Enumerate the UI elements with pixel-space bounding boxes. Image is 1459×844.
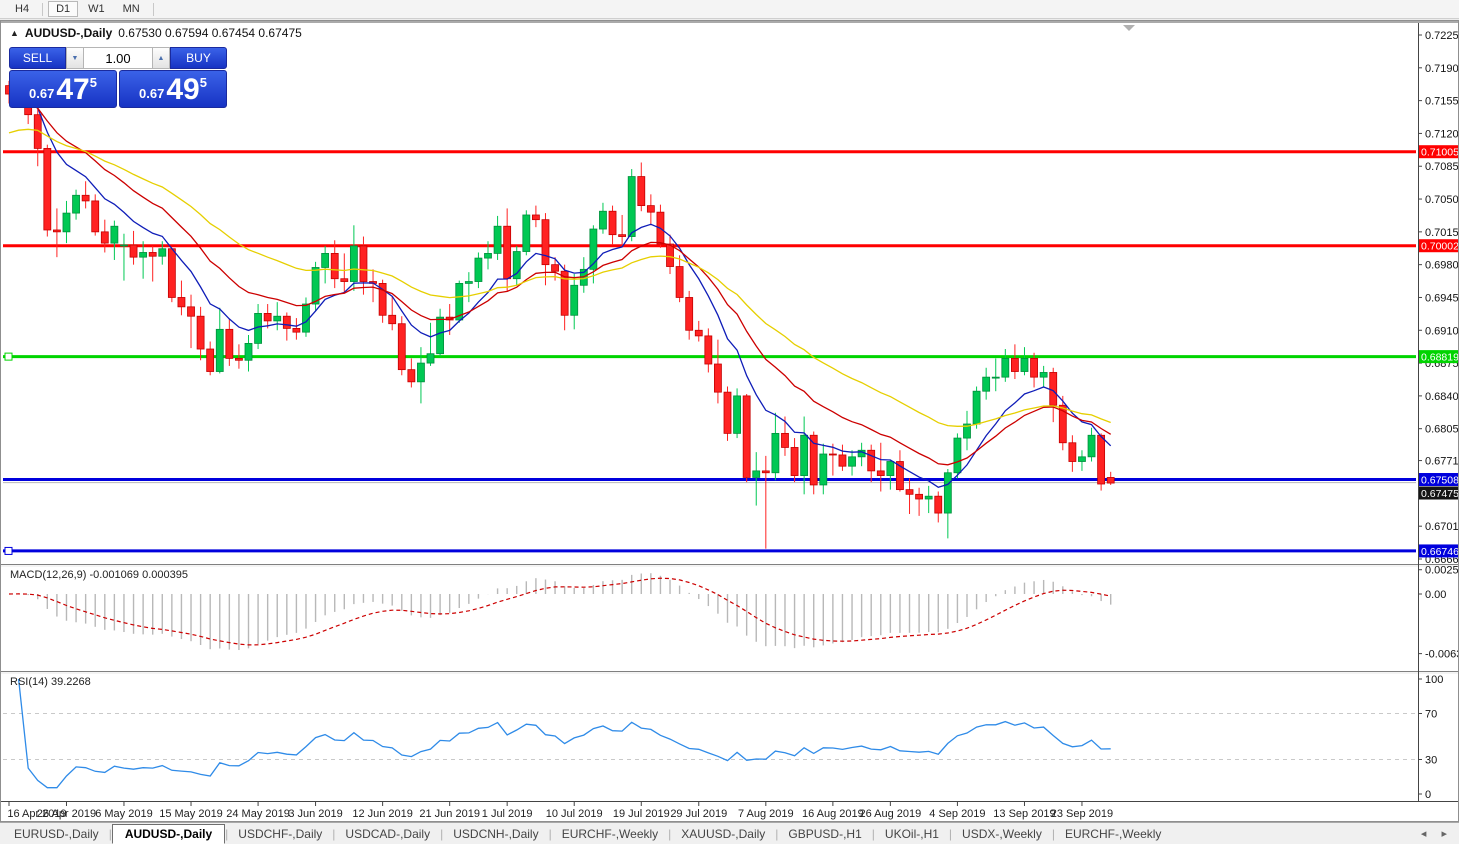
svg-text:26 Apr 2019: 26 Apr 2019 xyxy=(37,808,96,820)
svg-text:23 Sep 2019: 23 Sep 2019 xyxy=(1051,808,1113,820)
svg-text:RSI(14) 39.2268: RSI(14) 39.2268 xyxy=(10,676,91,688)
buy-button[interactable]: BUY xyxy=(170,47,227,69)
svg-text:0.71005: 0.71005 xyxy=(1421,147,1458,159)
tab-gbpusd-h1[interactable]: GBPUSD-,H1 xyxy=(778,825,871,843)
svg-text:16 Aug 2019: 16 Aug 2019 xyxy=(802,808,864,820)
svg-text:0.67508: 0.67508 xyxy=(1421,475,1458,487)
svg-text:0.67010: 0.67010 xyxy=(1425,521,1458,533)
svg-text:0.69450: 0.69450 xyxy=(1425,292,1458,304)
svg-text:12 Jun 2019: 12 Jun 2019 xyxy=(352,808,413,820)
chart-window: ▲ AUDUSD-,Daily 0.67530 0.67594 0.67454 … xyxy=(0,20,1459,822)
chart-ohlc-values: 0.67530 0.67594 0.67454 0.67475 xyxy=(118,26,302,40)
svg-text:10 Jul 2019: 10 Jul 2019 xyxy=(546,808,603,820)
one-click-trade-panel: SELL ▼ 1.00 ▲ BUY 0.67 47 5 0.67 49 5 xyxy=(9,47,227,108)
svg-text:MACD(12,26,9) -0.001069 0.0003: MACD(12,26,9) -0.001069 0.000395 xyxy=(10,569,188,581)
buy-price-pip: 5 xyxy=(199,75,207,90)
tab-usdcnh-daily[interactable]: USDCNH-,Daily xyxy=(443,825,548,843)
svg-text:0.72250: 0.72250 xyxy=(1425,30,1458,42)
svg-text:29 Jul 2019: 29 Jul 2019 xyxy=(670,808,727,820)
svg-text:15 May 2019: 15 May 2019 xyxy=(159,808,223,820)
svg-text:0.71550: 0.71550 xyxy=(1425,96,1458,108)
svg-text:-0.006320: -0.006320 xyxy=(1425,649,1458,661)
tab-audusd-daily[interactable]: AUDUSD-,Daily xyxy=(111,823,226,844)
sell-button[interactable]: SELL xyxy=(9,47,66,69)
svg-text:19 Jul 2019: 19 Jul 2019 xyxy=(613,808,670,820)
svg-text:0.70850: 0.70850 xyxy=(1425,161,1458,173)
tab-xauusd-daily[interactable]: XAUUSD-,Daily xyxy=(671,825,775,843)
svg-text:0.70150: 0.70150 xyxy=(1425,227,1458,239)
buy-price-button[interactable]: 0.67 49 5 xyxy=(119,70,227,108)
svg-text:7 Aug 2019: 7 Aug 2019 xyxy=(738,808,794,820)
collapse-triangle-icon[interactable]: ▲ xyxy=(10,28,19,38)
sell-price-button[interactable]: 0.67 47 5 xyxy=(9,70,117,108)
timeframe-mn-button[interactable]: MN xyxy=(115,1,148,17)
svg-text:1 Jul 2019: 1 Jul 2019 xyxy=(482,808,533,820)
svg-text:0.69100: 0.69100 xyxy=(1425,325,1458,337)
svg-text:0.67710: 0.67710 xyxy=(1425,456,1458,468)
trading-app: H4 D1 W1 MN ▲ AUDUSD-,Daily 0.67530 0.67594… xyxy=(0,0,1459,844)
volume-input[interactable]: 1.00 xyxy=(84,47,152,69)
svg-text:0.68050: 0.68050 xyxy=(1425,424,1458,436)
volume-increase-button[interactable]: ▲ xyxy=(152,47,170,69)
tab-eurchf-weekly[interactable]: EURCHF-,Weekly xyxy=(552,825,668,843)
sell-price-fraction: 0.67 xyxy=(29,86,55,101)
buy-price-big-digits: 49 xyxy=(166,73,200,106)
svg-text:0.00: 0.00 xyxy=(1425,589,1446,601)
svg-text:0.69800: 0.69800 xyxy=(1425,260,1458,272)
svg-text:4 Sep 2019: 4 Sep 2019 xyxy=(929,808,985,820)
chart-tab-bar: EURUSD-,Daily | AUDUSD-,Daily | USDCHF-,Dail… xyxy=(0,822,1459,844)
chart-symbol-label: AUDUSD-,Daily xyxy=(24,26,113,40)
svg-text:0.002574: 0.002574 xyxy=(1425,565,1458,577)
svg-text:26 Aug 2019: 26 Aug 2019 xyxy=(859,808,921,820)
svg-text:6 May 2019: 6 May 2019 xyxy=(95,808,152,820)
svg-text:70: 70 xyxy=(1425,709,1437,721)
tab-usdcad-daily[interactable]: USDCAD-,Daily xyxy=(335,825,440,843)
timeframe-h4-button[interactable]: H4 xyxy=(7,1,37,17)
buy-price-fraction: 0.67 xyxy=(139,86,165,101)
tab-usdchf-daily[interactable]: USDCHF-,Daily xyxy=(228,825,332,843)
sell-price-big-digits: 47 xyxy=(56,73,90,106)
svg-text:0.68819: 0.68819 xyxy=(1421,352,1458,364)
tab-ukoil-h1[interactable]: UKOil-,H1 xyxy=(875,825,949,843)
svg-text:0.67475: 0.67475 xyxy=(1421,488,1458,500)
chart-title: ▲ AUDUSD-,Daily 0.67530 0.67594 0.67454 … xyxy=(10,26,302,40)
svg-text:24 May 2019: 24 May 2019 xyxy=(226,808,290,820)
tab-eurusd-daily[interactable]: EURUSD-,Daily xyxy=(4,825,109,843)
tab-eurchf-weekly[interactable]: EURCHF-,Weekly xyxy=(1055,825,1171,843)
sell-price-pip: 5 xyxy=(89,75,97,90)
svg-text:3 Jun 2019: 3 Jun 2019 xyxy=(288,808,342,820)
volume-decrease-button[interactable]: ▼ xyxy=(66,47,84,69)
toolbar-separator xyxy=(42,2,44,16)
toolbar-separator xyxy=(152,2,154,16)
svg-text:0.71200: 0.71200 xyxy=(1425,128,1458,140)
svg-text:0.71900: 0.71900 xyxy=(1425,63,1458,75)
svg-text:0: 0 xyxy=(1425,789,1431,801)
price-chart-canvas[interactable]: 0.72250 0.71900 0.71550 0.71200 0.70850 0.705… xyxy=(1,21,1459,821)
svg-text:0.66746: 0.66746 xyxy=(1421,546,1458,558)
svg-text:30: 30 xyxy=(1425,755,1437,767)
svg-text:21 Jun 2019: 21 Jun 2019 xyxy=(419,808,480,820)
tab-usdx-weekly[interactable]: USDX-,Weekly xyxy=(952,825,1052,843)
timeframe-d1-button[interactable]: D1 xyxy=(48,1,79,17)
svg-text:13 Sep 2019: 13 Sep 2019 xyxy=(993,808,1055,820)
svg-text:100: 100 xyxy=(1425,674,1443,686)
timeframe-toolbar: H4 D1 W1 MN xyxy=(0,0,1459,19)
svg-text:0.68400: 0.68400 xyxy=(1425,391,1458,403)
svg-text:0.70500: 0.70500 xyxy=(1425,194,1458,206)
timeframe-w1-button[interactable]: W1 xyxy=(80,1,113,17)
svg-text:0.70002: 0.70002 xyxy=(1421,241,1458,253)
tab-scroll-arrows[interactable]: ◂ ▸ xyxy=(1421,827,1453,840)
